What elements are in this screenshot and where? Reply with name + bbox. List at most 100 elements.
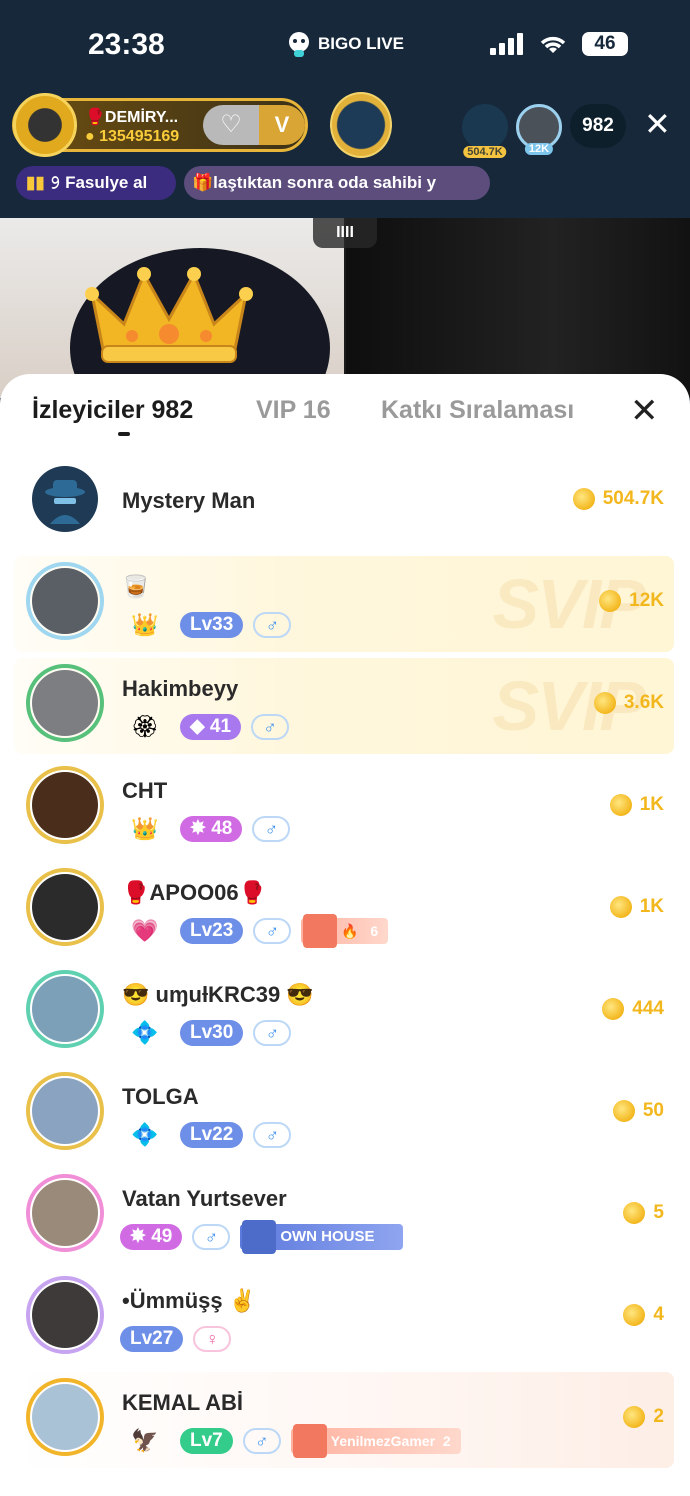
coin-icon — [623, 1304, 646, 1326]
viewer-coins-value: 5 — [653, 1202, 664, 1223]
gender-male-icon: ♂ — [251, 714, 290, 740]
level-badge: ◆ 41 — [180, 714, 242, 740]
coin-icon — [572, 488, 595, 510]
fan-shield-icon — [292, 1424, 327, 1458]
top-viewer-avatar[interactable]: 12K — [516, 104, 562, 155]
tab-viewers[interactable]: İzleyiciler 982 — [32, 396, 193, 425]
viewer-row[interactable]: KEMAL ABİ 🦅 Lv7 ♂ YenilmezGamer 2 2 — [14, 1372, 674, 1468]
viewer-count-button[interactable]: 982 — [570, 104, 626, 148]
close-live-icon[interactable]: ✕ — [644, 108, 671, 140]
level-badge: Lv7 — [180, 1428, 233, 1454]
coin-icon — [593, 692, 616, 714]
viewer-row[interactable]: SVIP 🥃 👑 Lv33 ♂ 12K — [14, 556, 674, 652]
host-avatar[interactable] — [13, 93, 77, 157]
notice-pill[interactable]: 🎁laştıktan sonra oda sahibi y — [184, 166, 490, 200]
viewer-name: 🥊APOO06🥊 — [122, 880, 267, 905]
coin-icon — [612, 1100, 635, 1122]
chart-bars-icon: ▮▮ — [26, 173, 50, 192]
viewers-sheet: İzleyiciler 982 VIP 16 Katkı Sıralaması … — [0, 374, 690, 1496]
viewer-row[interactable]: •Ümmüşş ✌️ Lv27 ♀ 4 — [14, 1270, 674, 1366]
coin-icon — [609, 794, 632, 816]
viewer-name: TOLGA — [122, 1084, 199, 1109]
viewer-avatar[interactable] — [26, 1378, 104, 1456]
coin-icon — [623, 1202, 646, 1224]
live-video-area[interactable]: IIII — [0, 218, 690, 398]
fan-club-level: 2 — [442, 1433, 451, 1449]
viewer-row[interactable]: CHT 👑 ✸ 48 ♂ 1K — [14, 760, 674, 856]
viewer-badges: 👑 Lv33 ♂ — [120, 612, 292, 638]
top-viewer-avatar[interactable]: 504.7K — [462, 104, 508, 158]
wifi-icon — [540, 36, 566, 53]
avatar-frame — [26, 562, 104, 640]
wing-badge-icon: 🦅 — [131, 1428, 159, 1453]
tab-vip[interactable]: VIP 16 — [256, 396, 331, 425]
level-badge: Lv23 — [180, 918, 244, 944]
avatar-frame — [26, 1174, 104, 1252]
viewer-row[interactable]: 🥊APOO06🥊 💗 Lv23 ♂ 🔥 6 1K — [14, 862, 674, 958]
viewer-badges: 🏵 ◆ 41 ♂ — [120, 714, 290, 740]
host-name: 🥊DEMİRY... — [85, 109, 179, 126]
viewer-avatar[interactable] — [26, 664, 104, 742]
viewer-avatar[interactable] — [26, 868, 104, 946]
tab-contribution-ranking[interactable]: Katkı Sıralaması — [381, 396, 574, 425]
viewer-row[interactable]: SVIP Hakimbeyy 🏵 ◆ 41 ♂ 3.6K — [14, 658, 674, 754]
gender-male-icon: ♂ — [253, 1020, 292, 1046]
viewer-avatar[interactable] — [26, 562, 104, 640]
status-bar: 23:38 BIGO LIVE 46 — [0, 0, 690, 90]
level-badge: ✸ 48 — [180, 816, 243, 842]
viewer-avatar[interactable] — [26, 1174, 104, 1252]
viewer-row[interactable]: 😎 uɱuƚKRC39 😎 💠 Lv30 ♂ 444 — [14, 964, 674, 1060]
close-sheet-icon[interactable]: ✕ — [630, 394, 659, 428]
viewer-badges: 👑 ✸ 48 ♂ — [120, 816, 291, 842]
viewer-badges: 💗 Lv23 ♂ 🔥 6 — [120, 914, 389, 948]
viewer-coins: 444 — [602, 998, 664, 1020]
viewer-avatar[interactable] — [26, 766, 104, 844]
avatar-frame — [26, 970, 104, 1048]
gender-male-icon: ♂ — [253, 918, 292, 944]
live-room-header: 🥊DEMİRY... ● 135495169 ♡ V 504.7K 12K 98… — [0, 90, 690, 218]
mystery-man-avatar[interactable] — [32, 466, 98, 532]
viewer-avatar[interactable] — [26, 970, 104, 1048]
fan-shield-icon — [303, 914, 338, 948]
viewer-avatar[interactable] — [26, 1276, 104, 1354]
gender-female-icon: ♀ — [193, 1326, 232, 1352]
vip-v-icon[interactable]: V — [259, 105, 305, 145]
viewer-coins: 4 — [623, 1304, 664, 1326]
follow-heart-icon[interactable]: ♡ — [203, 105, 259, 145]
viewer-row[interactable]: Mystery Man 504.7K — [14, 454, 674, 550]
avatar-frame — [26, 664, 104, 742]
host-card[interactable]: 🥊DEMİRY... ● 135495169 ♡ V — [12, 93, 308, 157]
house-badge: OWN HOUSE — [240, 1220, 403, 1254]
host-coins-value: 135495169 — [99, 128, 180, 145]
wing-badge-icon: 💠 — [131, 1020, 159, 1045]
viewer-badges: 💠 Lv30 ♂ — [120, 1020, 292, 1046]
gift-box-icon: 🎁 — [192, 173, 214, 192]
gender-male-icon: ♂ — [242, 1428, 281, 1454]
bigo-live-brand: BIGO LIVE — [286, 30, 404, 58]
active-tab-indicator — [118, 432, 130, 436]
coin-icon — [623, 1406, 646, 1428]
mystery-man-emblem-icon[interactable] — [330, 92, 392, 158]
viewer-name: Hakimbeyy — [122, 676, 239, 701]
viewer-name: KEMAL ABİ — [122, 1390, 243, 1415]
viewer-coins-value: 444 — [632, 998, 664, 1019]
viewer-coins: 504.7K — [572, 488, 664, 510]
fan-club-badge: 🔥 6 — [301, 914, 389, 948]
viewer-coins: 12K — [599, 590, 664, 612]
viewer-row[interactable]: TOLGA 💠 Lv22 ♂ 50 — [14, 1066, 674, 1162]
wing-badge-icon: 🏵 — [131, 714, 159, 739]
notice-text: 𝟿 Fasulye al — [49, 173, 148, 192]
viewer-avatar[interactable] — [26, 1072, 104, 1150]
video-handle[interactable]: IIII — [313, 218, 377, 248]
viewer-coins-value: 2 — [653, 1406, 664, 1427]
avatar-frame — [26, 766, 104, 844]
crown-icon — [85, 267, 253, 363]
viewer-row[interactable]: Vatan Yurtsever ✸ 49 ♂ OWN HOUSE 5 — [14, 1168, 674, 1264]
signal-icon — [490, 33, 523, 55]
spy-hat-icon — [45, 480, 85, 524]
viewer-coins-value: 1K — [639, 794, 664, 815]
gender-male-icon: ♂ — [253, 1122, 292, 1148]
wing-badge-icon: 💠 — [131, 1122, 159, 1147]
viewer-coins-value: 50 — [642, 1100, 664, 1121]
notice-pill[interactable]: ▮▮ 𝟿 Fasulye al — [16, 166, 176, 200]
